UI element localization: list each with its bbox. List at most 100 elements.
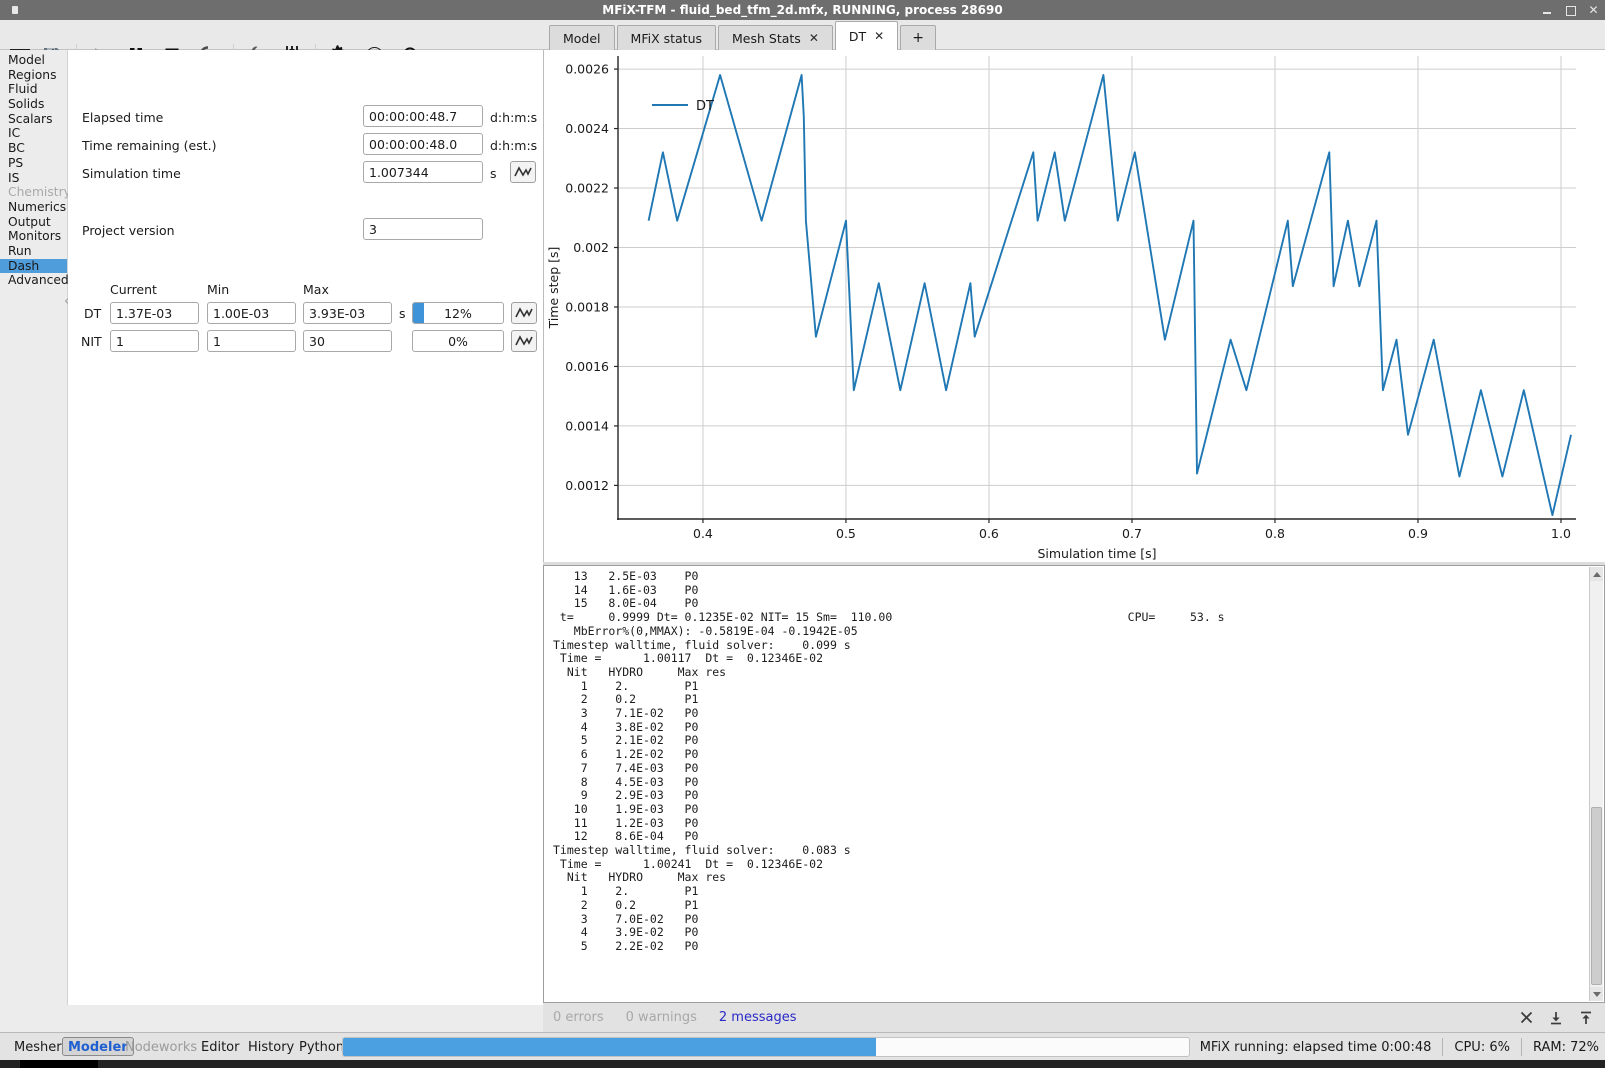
- svg-text:0.4: 0.4: [693, 526, 713, 541]
- simulation-time-unit: s: [490, 166, 497, 181]
- tab-label: Model: [563, 31, 601, 46]
- time-remaining-field[interactable]: 00:00:00:48.0: [363, 133, 483, 155]
- project-version-label: Project version: [82, 223, 175, 238]
- minimize-button[interactable]: [1542, 5, 1553, 16]
- dashboard-panel: Elapsed time 00:00:00:48.7 d:h:m:s Time …: [68, 50, 543, 1005]
- svg-text:0.0014: 0.0014: [565, 418, 609, 433]
- sidebar-item-bc[interactable]: BC: [0, 141, 67, 156]
- tab-label: DT: [849, 29, 866, 44]
- tab-dt[interactable]: DT ✕: [835, 21, 898, 50]
- mode-mesher[interactable]: Mesher: [14, 1038, 62, 1057]
- message-bar: 0 errors 0 warnings 2 messages: [543, 1003, 1605, 1032]
- warnings-count[interactable]: 0 warnings: [626, 1010, 697, 1025]
- mode-nodeworks[interactable]: Nodeworks: [125, 1038, 197, 1057]
- messages-count[interactable]: 2 messages: [719, 1010, 797, 1025]
- dt-percent-text: 12%: [413, 303, 503, 323]
- solver-console: 13 2.5E-03 P0 14 1.6E-03 P0 15 8.0E-04 P…: [543, 565, 1605, 1003]
- plot-simulation-time-button[interactable]: [510, 161, 536, 183]
- tab-mfix-status[interactable]: MFiX status: [617, 25, 716, 50]
- tab-mesh-stats[interactable]: Mesh Stats ✕: [718, 25, 833, 50]
- sidebar-item-output[interactable]: Output: [0, 215, 67, 230]
- sidebar-item-ps[interactable]: PS: [0, 156, 67, 171]
- column-header-max: Max: [303, 282, 329, 297]
- column-header-current: Current: [110, 282, 157, 297]
- sidebar-item-fluid[interactable]: Fluid: [0, 82, 67, 97]
- svg-text:0.8: 0.8: [1265, 526, 1285, 541]
- scroll-up-icon[interactable]: [1590, 567, 1603, 581]
- console-scrollbar[interactable]: [1589, 567, 1603, 1001]
- simulation-time-field[interactable]: 1.007344: [363, 161, 483, 183]
- svg-text:0.9: 0.9: [1408, 526, 1428, 541]
- svg-text:0.0012: 0.0012: [565, 478, 609, 493]
- window-title: MFiX-TFM - fluid_bed_tfm_2d.mfx, RUNNING…: [602, 3, 1002, 17]
- svg-text:1.0: 1.0: [1551, 526, 1571, 541]
- run-progress-fill: [343, 1038, 876, 1056]
- sidebar-item-numerics[interactable]: Numerics: [0, 200, 67, 215]
- nit-current-field[interactable]: 1: [110, 330, 199, 352]
- maximize-button[interactable]: [1565, 5, 1576, 16]
- svg-text:0.6: 0.6: [979, 526, 999, 541]
- new-tab-button[interactable]: +: [900, 25, 936, 50]
- scrollbar-thumb[interactable]: [1591, 807, 1602, 985]
- bottom-strip-segment: [20, 1060, 98, 1068]
- sidebar-item-chemistry: Chemistry: [0, 185, 67, 200]
- column-header-min: Min: [207, 282, 229, 297]
- plot-dt-button[interactable]: [511, 302, 537, 324]
- nit-min-field[interactable]: 1: [207, 330, 296, 352]
- svg-text:0.0018: 0.0018: [565, 299, 609, 314]
- close-button[interactable]: ✕: [1588, 5, 1599, 16]
- svg-text:0.7: 0.7: [1122, 526, 1142, 541]
- bottom-strip: [0, 1060, 1605, 1068]
- tab-label: Mesh Stats: [732, 31, 801, 46]
- errors-count[interactable]: 0 errors: [553, 1010, 604, 1025]
- sidebar-item-run[interactable]: Run: [0, 244, 67, 259]
- dt-percent-bar: 12%: [412, 302, 504, 324]
- sidebar-item-monitors[interactable]: Monitors: [0, 229, 67, 244]
- time-remaining-unit: d:h:m:s: [490, 138, 537, 153]
- plot-tabbar: Model MFiX status Mesh Stats ✕ DT ✕ +: [543, 20, 1605, 50]
- elapsed-time-label: Elapsed time: [82, 110, 163, 125]
- statusbar-separator: [1521, 1038, 1522, 1056]
- tab-label: MFiX status: [631, 31, 702, 46]
- mode-history[interactable]: History: [248, 1038, 294, 1057]
- run-progress-bar: [342, 1037, 1190, 1057]
- svg-text:0.002: 0.002: [573, 240, 609, 255]
- sidebar-nav: ModelRegionsFluidSolidsScalarsICBCPSISCh…: [0, 50, 68, 1005]
- clear-console-icon[interactable]: [1515, 1011, 1537, 1024]
- sidebar-item-advanced[interactable]: Advanced: [0, 273, 67, 288]
- sidebar-item-is[interactable]: IS: [0, 171, 67, 186]
- sidebar-item-regions[interactable]: Regions: [0, 68, 67, 83]
- scroll-to-top-icon[interactable]: [1575, 1011, 1597, 1025]
- dt-row-label: DT: [84, 306, 101, 321]
- mode-python[interactable]: Python: [299, 1038, 344, 1057]
- scroll-to-bottom-icon[interactable]: [1545, 1011, 1567, 1025]
- sidebar-item-scalars[interactable]: Scalars: [0, 112, 67, 127]
- project-version-field[interactable]: 3: [363, 218, 483, 240]
- sidebar-item-model[interactable]: Model: [0, 53, 67, 68]
- dt-max-field[interactable]: 3.93E-03: [303, 302, 392, 324]
- nit-percent-bar: 0%: [412, 330, 504, 352]
- svg-text:0.5: 0.5: [836, 526, 856, 541]
- nit-max-field[interactable]: 30: [303, 330, 392, 352]
- mode-editor[interactable]: Editor: [201, 1038, 239, 1057]
- svg-text:0.0022: 0.0022: [565, 181, 609, 196]
- tab-model[interactable]: Model: [549, 25, 615, 50]
- nit-row-label: NIT: [81, 334, 102, 349]
- dt-current-field[interactable]: 1.37E-03: [110, 302, 199, 324]
- sidebar-item-ic[interactable]: IC: [0, 126, 67, 141]
- cpu-usage: CPU: 6%: [1454, 1040, 1510, 1055]
- scroll-down-icon[interactable]: [1590, 987, 1603, 1001]
- tab-close-icon[interactable]: ✕: [809, 31, 819, 45]
- elapsed-time-field[interactable]: 00:00:00:48.7: [363, 105, 483, 127]
- dt-chart-panel: 0.40.50.60.70.80.91.00.00120.00140.00160…: [543, 50, 1605, 562]
- dt-chart: 0.40.50.60.70.80.91.00.00120.00140.00160…: [544, 50, 1604, 562]
- dt-min-field[interactable]: 1.00E-03: [207, 302, 296, 324]
- sidebar-item-solids[interactable]: Solids: [0, 97, 67, 112]
- simulation-time-label: Simulation time: [82, 166, 181, 181]
- tab-close-icon[interactable]: ✕: [874, 29, 884, 43]
- sidebar-item-dash[interactable]: Dash: [0, 259, 67, 274]
- svg-text:0.0024: 0.0024: [565, 121, 609, 136]
- plot-nit-button[interactable]: [511, 330, 537, 352]
- svg-text:0.0026: 0.0026: [565, 62, 609, 77]
- mode-modeler[interactable]: Modeler: [62, 1037, 134, 1056]
